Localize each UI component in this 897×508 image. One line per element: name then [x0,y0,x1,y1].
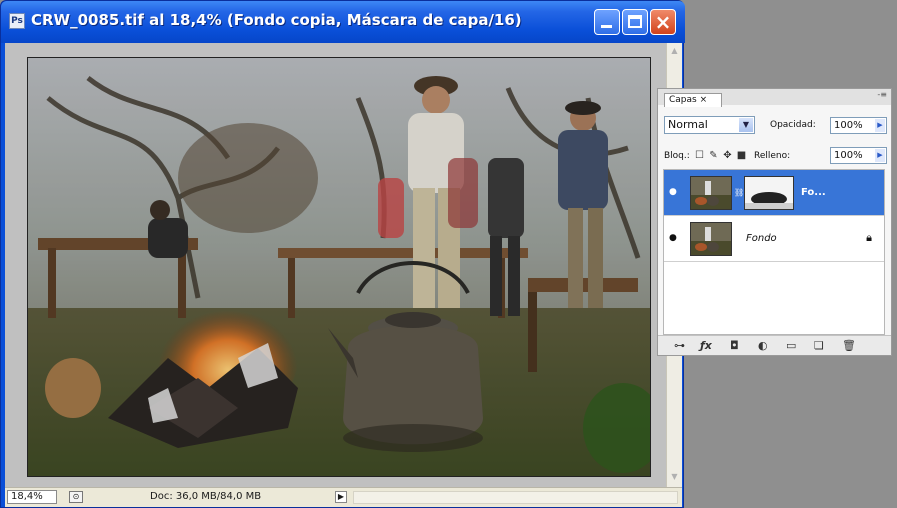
status-bar: 18,4% ⊙ Doc: 36,0 MB/84,0 MB ▶ [5,487,682,507]
layer-row-fondo-copia[interactable]: ● ⛓ Fo... [664,170,884,216]
photo-campfire-kettle [28,58,650,476]
blend-mode-value: Normal [668,118,708,131]
layer-thumbnail[interactable] [690,176,732,210]
layers-list: ● ⛓ Fo... ● Fondo 🔒︎ [663,169,885,335]
adjustment-layer-icon[interactable]: ◐ [758,339,768,352]
mask-thumbnail-image [745,177,793,209]
new-layer-icon[interactable]: ❏ [814,339,824,352]
new-group-icon[interactable]: ▭ [786,339,796,352]
image-canvas[interactable] [27,57,651,477]
panel-menu-icon[interactable]: -≡ [877,90,887,99]
mask-link-icon[interactable]: ⛓ [734,188,744,197]
link-layers-icon[interactable]: ⊶ [674,339,685,352]
tab-capas[interactable]: Capas × [664,93,722,107]
status-info-icon[interactable]: ⊙ [69,491,83,503]
opacity-field[interactable]: 100% ▶ [830,117,887,134]
lock-icon: 🔒︎ [866,231,872,244]
status-menu-arrow-icon[interactable]: ▶ [335,491,347,503]
trash-icon[interactable]: 🗑︎ [842,339,856,352]
scroll-up-icon[interactable]: ▲ [669,45,680,57]
layer-thumbnail-image [691,177,731,209]
lock-transparency-icon[interactable]: ☐ [694,150,705,161]
fill-slider-arrow-icon[interactable]: ▶ [875,149,885,162]
panel-footer: ⊶ ƒx ◘ ◐ ▭ ❏ 🗑︎ [658,335,891,355]
photoshop-doc-icon[interactable]: Ps [9,13,25,29]
visibility-eye-icon[interactable]: ● [669,188,680,197]
layer-name[interactable]: Fondo [746,233,777,244]
layer-thumbnail-image [691,223,731,255]
document-window: Ps CRW_0085.tif al 18,4% (Fondo copia, M… [0,0,685,508]
minimize-button[interactable] [594,9,620,35]
title-bar[interactable]: Ps CRW_0085.tif al 18,4% (Fondo copia, M… [1,1,685,43]
layer-row-fondo[interactable]: ● Fondo 🔒︎ [664,216,884,262]
fill-value: 100% [834,150,863,161]
chevron-down-icon[interactable]: ▼ [739,118,753,132]
maximize-icon [628,15,642,28]
close-icon: × [654,10,672,34]
window-title: CRW_0085.tif al 18,4% (Fondo copia, Másc… [31,11,522,29]
lock-position-icon[interactable]: ✥ [722,150,733,161]
opacity-value: 100% [834,120,863,131]
fill-field[interactable]: 100% ▶ [830,147,887,164]
fill-label: Relleno: [754,151,791,161]
opacity-label: Opacidad: [770,120,816,130]
horizontal-scrollbar[interactable] [353,491,678,504]
layer-thumbnail[interactable] [690,222,732,256]
lock-all-icon[interactable]: ■ [736,150,747,161]
lock-label: Bloq.: [664,151,690,161]
scroll-down-icon[interactable]: ▼ [669,471,680,483]
layer-name[interactable]: Fo... [801,187,826,198]
document-workspace[interactable] [5,43,666,487]
lock-pixels-icon[interactable]: ✎ [708,150,719,161]
add-mask-icon[interactable]: ◘ [730,339,739,352]
minimize-icon [601,25,612,28]
maximize-button[interactable] [622,9,648,35]
zoom-field[interactable]: 18,4% [7,490,57,504]
fx-icon[interactable]: ƒx [700,339,712,352]
visibility-eye-icon[interactable]: ● [669,234,680,243]
close-button[interactable]: × [650,9,676,35]
layers-panel: -≡ Capas × Normal ▼ Opacidad: 100% ▶ Blo… [657,88,892,356]
layer-mask-thumbnail[interactable] [744,176,794,210]
document-size-info: Doc: 36,0 MB/84,0 MB [150,491,262,502]
opacity-slider-arrow-icon[interactable]: ▶ [875,119,885,132]
blend-mode-select[interactable]: Normal ▼ [664,116,755,134]
